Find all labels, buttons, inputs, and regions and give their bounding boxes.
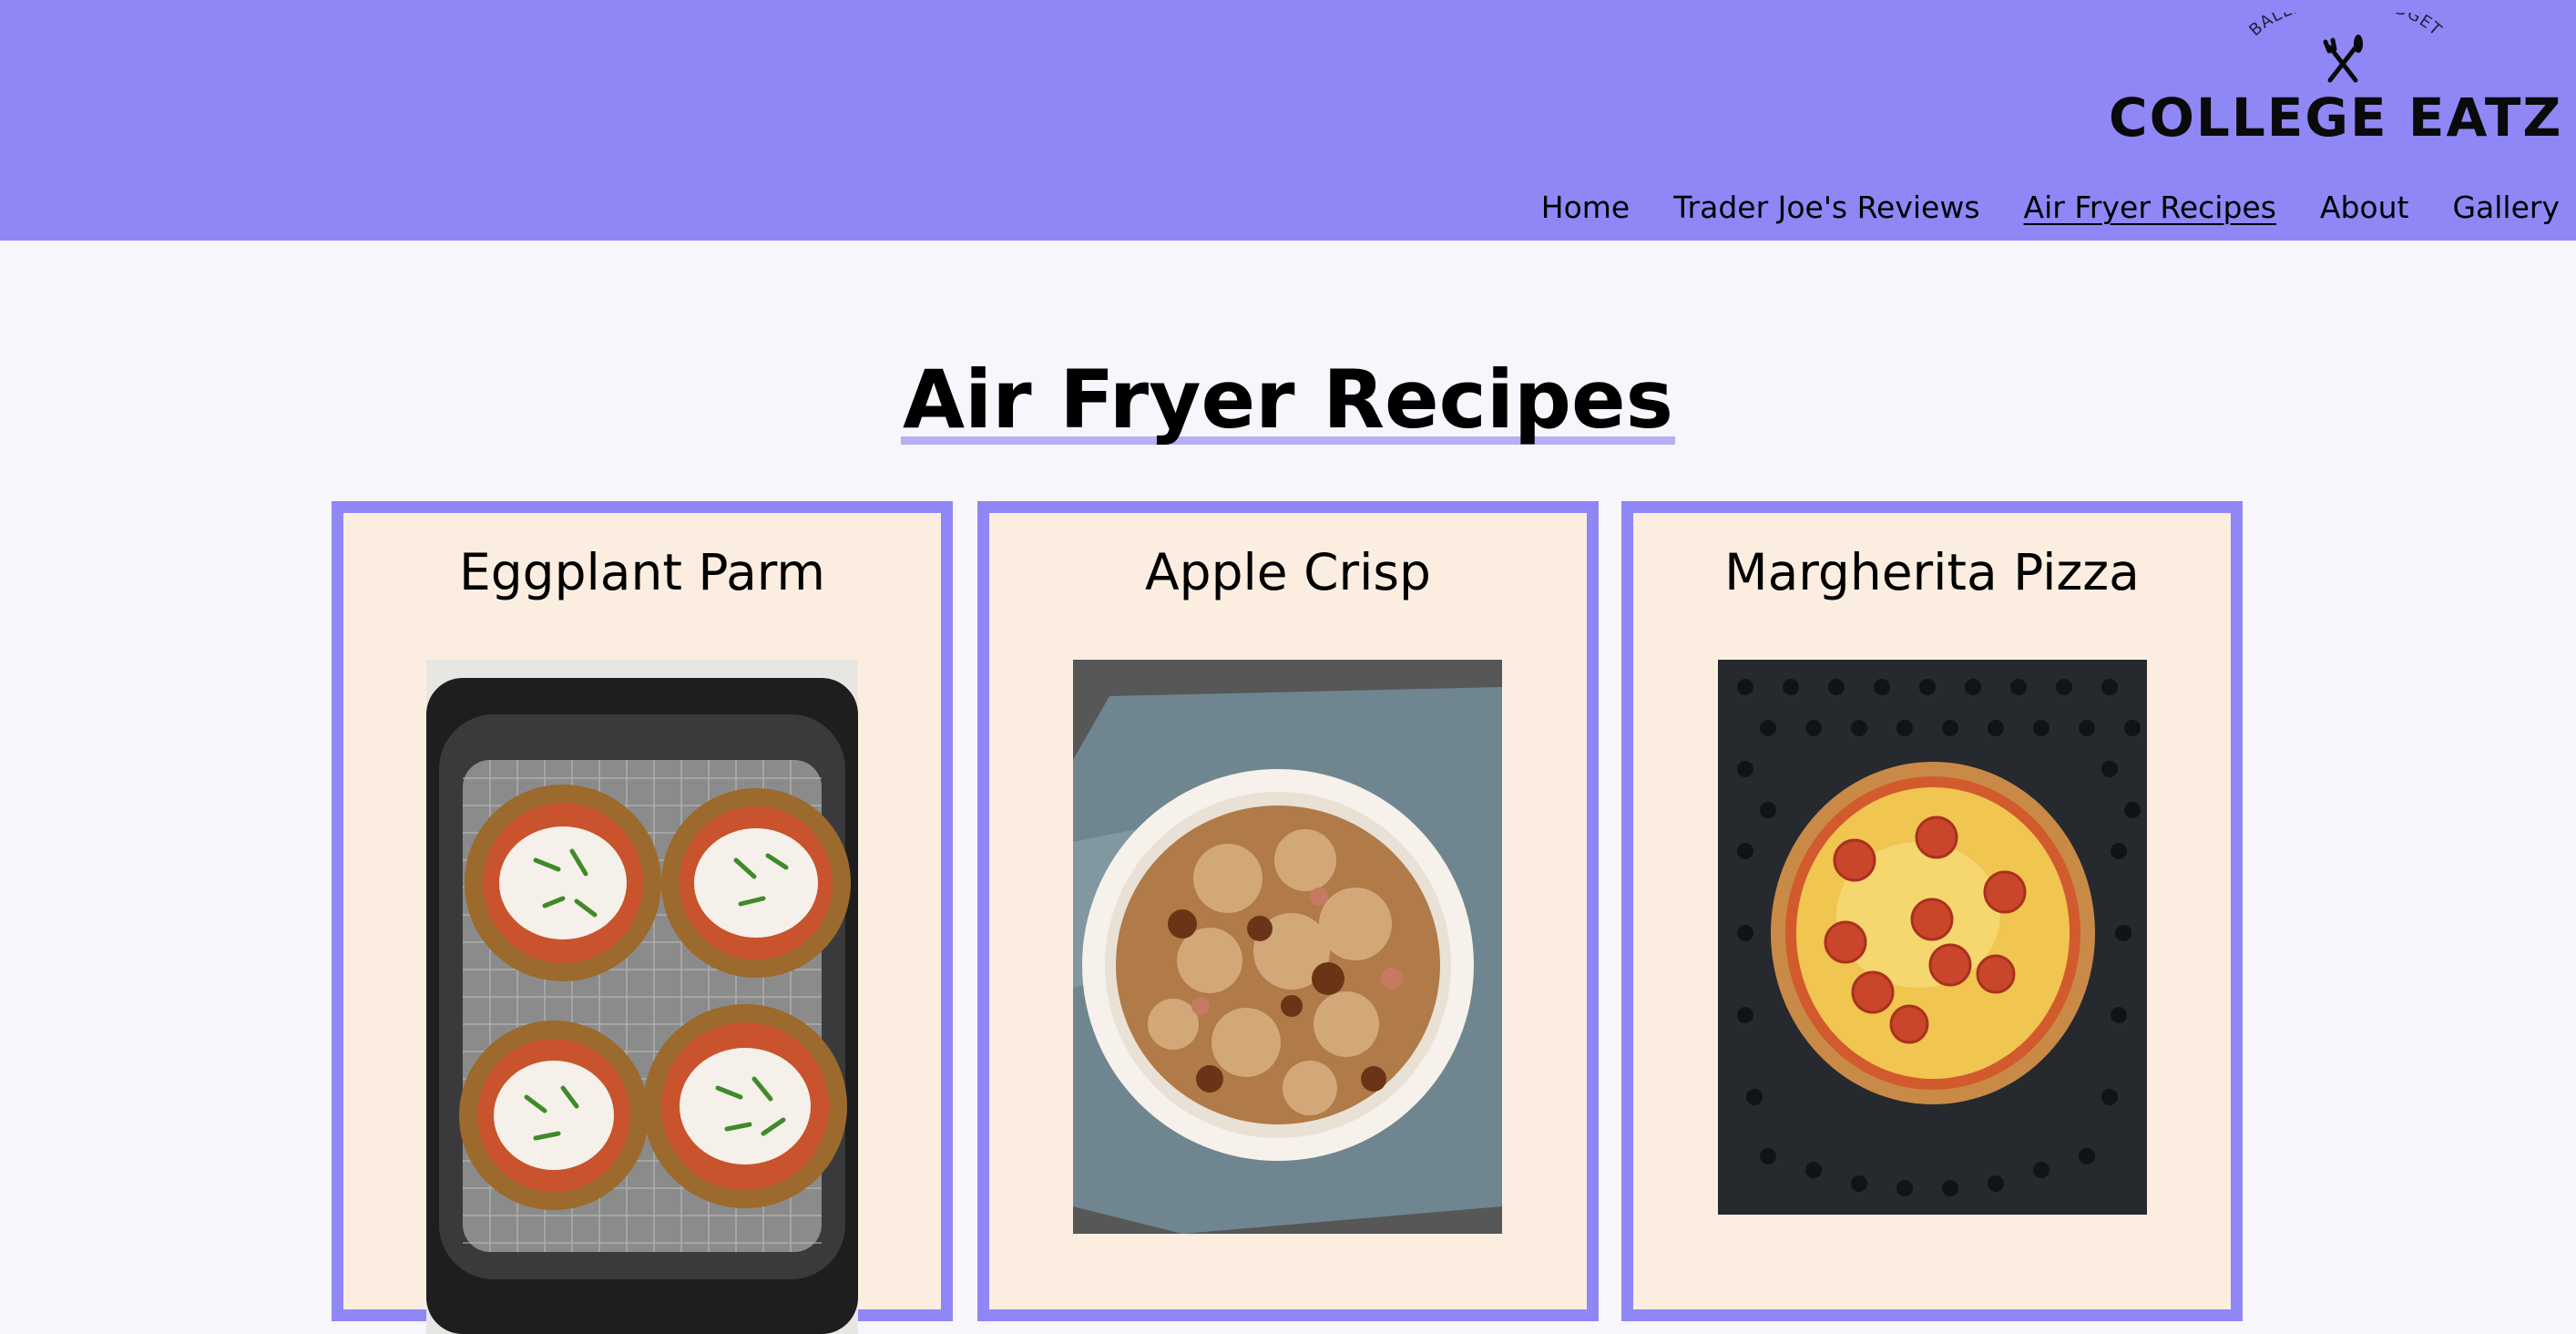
nav-gallery[interactable]: Gallery bbox=[2452, 182, 2560, 233]
recipe-card-title: Apple Crisp bbox=[1145, 543, 1431, 601]
recipe-card-margherita-pizza[interactable]: Margherita Pizza bbox=[1621, 501, 2243, 1321]
recipe-card-title: Margherita Pizza bbox=[1724, 543, 2140, 601]
svg-text:BALLIN ON A BUDGET: BALLIN ON A BUDGET bbox=[2245, 13, 2445, 40]
nav-air-fryer-recipes[interactable]: Air Fryer Recipes bbox=[2024, 182, 2276, 233]
nav-trader-joes-reviews[interactable]: Trader Joe's Reviews bbox=[1673, 182, 1979, 233]
brand-title: COLLEGE EATZ bbox=[2109, 87, 2563, 149]
recipe-card-title: Eggplant Parm bbox=[459, 543, 825, 601]
nav-about[interactable]: About bbox=[2320, 182, 2409, 233]
main-nav: Home Trader Joe's Reviews Air Fryer Reci… bbox=[1541, 182, 2560, 233]
margherita-pizza-photo bbox=[1718, 660, 2147, 1215]
apple-crisp-photo bbox=[1073, 660, 1502, 1234]
eggplant-parm-photo bbox=[426, 660, 858, 1334]
fork-knife-logo-icon: BALLIN ON A BUDGET bbox=[2245, 13, 2445, 83]
site-header: BALLIN ON A BUDGET COLLEGE EATZ Home Tra… bbox=[0, 0, 2576, 241]
page-title: Air Fryer Recipes bbox=[900, 353, 1676, 446]
recipe-card-eggplant-parm[interactable]: Eggplant Parm bbox=[332, 501, 953, 1334]
site-logo[interactable]: BALLIN ON A BUDGET COLLEGE EATZ bbox=[2104, 13, 2569, 159]
recipe-card-apple-crisp[interactable]: Apple Crisp bbox=[977, 501, 1599, 1321]
nav-home[interactable]: Home bbox=[1541, 182, 1630, 233]
